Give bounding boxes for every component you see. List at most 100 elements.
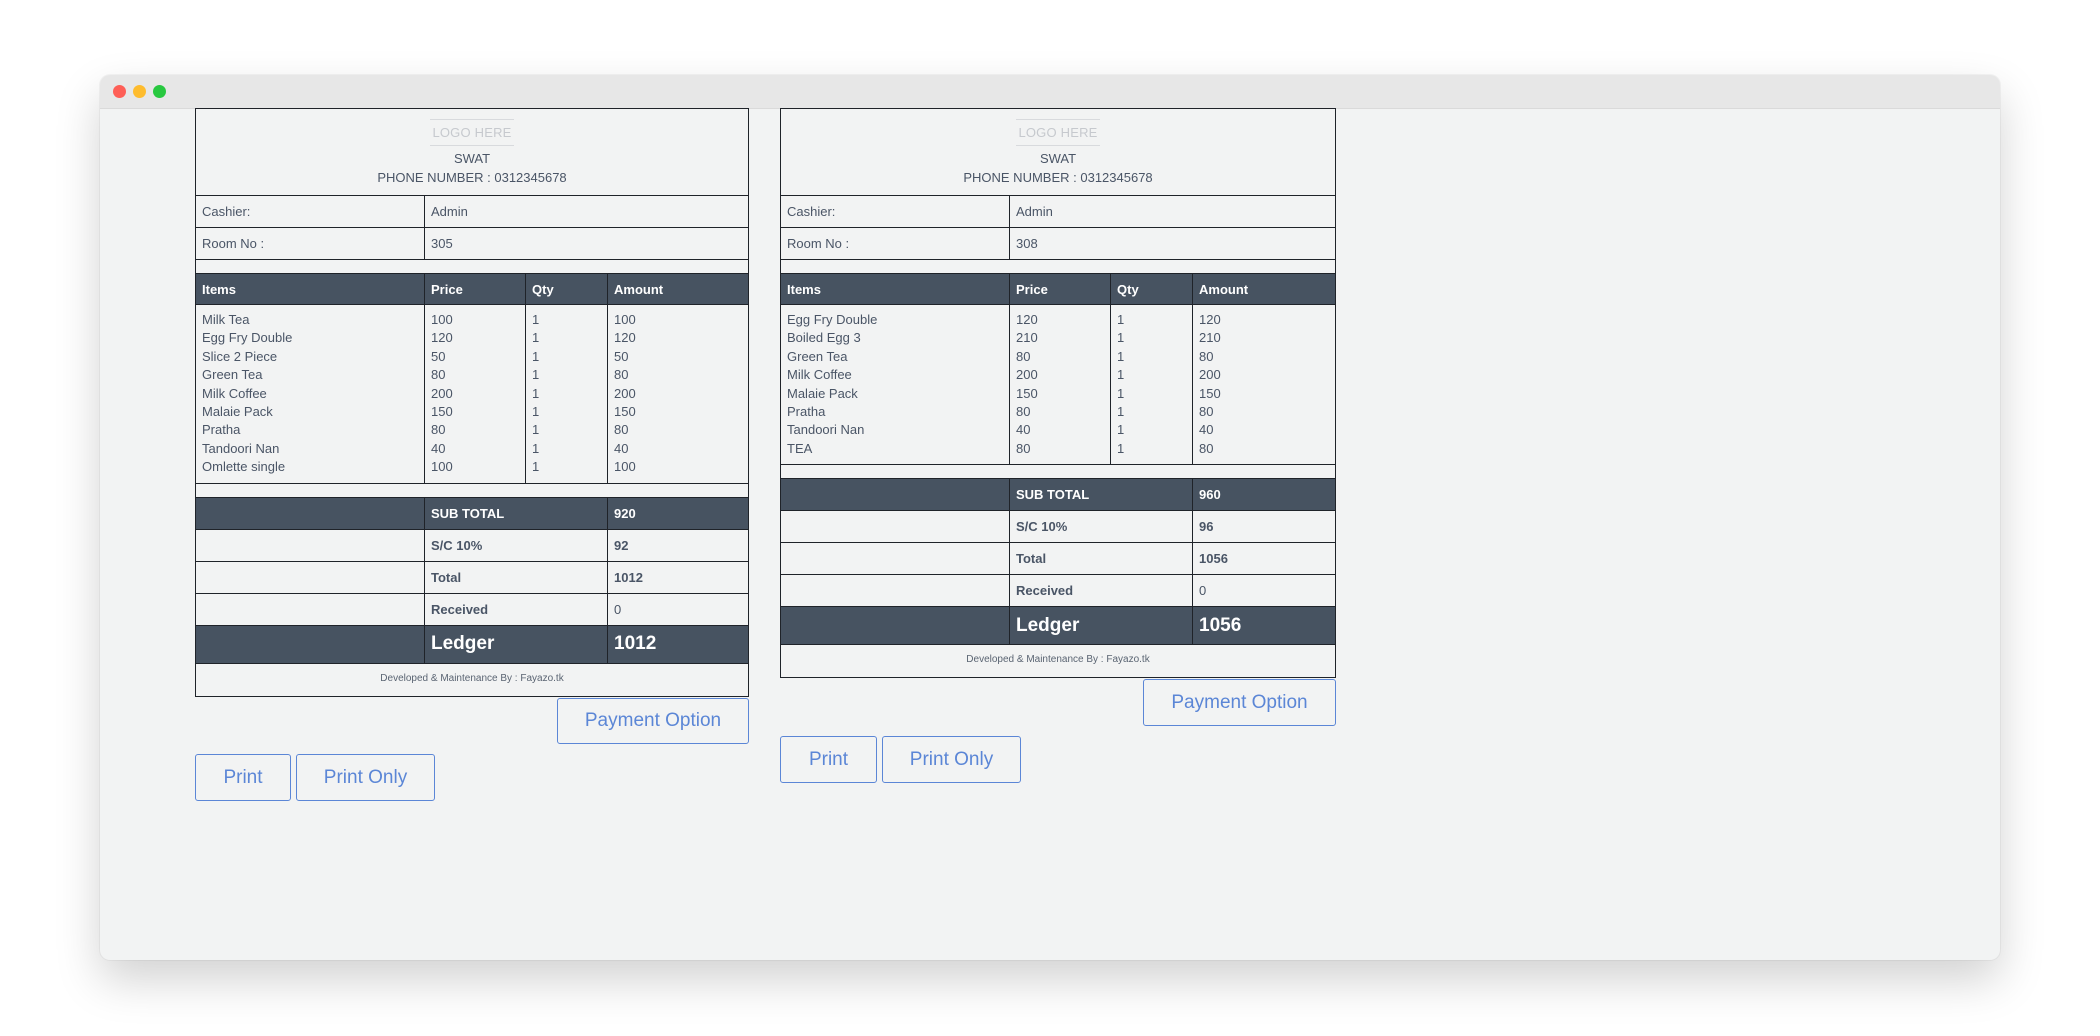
received-label: Received xyxy=(1010,575,1193,607)
item-amount-cell: 200 xyxy=(1199,367,1221,383)
item-qty-cell: 1 xyxy=(532,440,540,456)
item-price-cell: 40 xyxy=(431,440,446,456)
item-qty-cell: 1 xyxy=(532,312,540,327)
item-name-cell: Milk Tea xyxy=(202,312,250,327)
sc-label: S/C 10% xyxy=(1010,511,1193,543)
item-qty-cell: 1 xyxy=(532,404,540,420)
ledger-row: Ledger 1012 xyxy=(196,624,748,663)
empty-cell xyxy=(196,593,425,625)
item-price-cell: 150 xyxy=(1016,385,1038,401)
item-price-cell: 100 xyxy=(431,459,453,475)
item-price-cell: 210 xyxy=(1016,330,1038,346)
item-name-cell: Green Tea xyxy=(202,367,263,383)
item-name-cell: Pratha xyxy=(787,404,826,420)
phone-number: PHONE NUMBER : 0312345678 xyxy=(377,170,567,185)
total-row: Total 1056 xyxy=(781,542,1335,575)
subtotal-row: SUB TOTAL 920 xyxy=(196,496,748,529)
item-name-cell: Egg Fry Double xyxy=(787,312,878,327)
payment-option-button[interactable]: Payment Option xyxy=(1143,679,1336,726)
sc-label: S/C 10% xyxy=(425,529,608,561)
print-button[interactable]: Print xyxy=(780,736,877,783)
item-price-cell: 80 xyxy=(1016,348,1031,364)
item-amount-cell: 50 xyxy=(614,348,629,364)
maximize-window-button[interactable] xyxy=(153,85,166,98)
item-qty-cell: 1 xyxy=(1117,404,1125,420)
header-qty: Qty xyxy=(1111,274,1193,304)
received-value: 0 xyxy=(1199,583,1207,599)
total-label: Total xyxy=(425,561,608,593)
service-charge-row: S/C 10% 92 xyxy=(196,528,748,561)
item-name-cell: Green Tea xyxy=(787,348,848,364)
item-amount-cell: 80 xyxy=(614,422,629,438)
header-items: Items xyxy=(196,274,425,304)
subtotal-value: 960 xyxy=(1199,487,1221,503)
header-qty: Qty xyxy=(526,274,608,304)
logo-placeholder: LOGO HERE xyxy=(1016,119,1100,146)
empty-cell xyxy=(781,575,1010,607)
spacer-row xyxy=(781,259,1335,273)
empty-cell xyxy=(781,607,1010,645)
empty-cell xyxy=(196,625,425,663)
phone-number: PHONE NUMBER : 0312345678 xyxy=(963,170,1153,185)
item-qty-cell: 1 xyxy=(1117,422,1125,438)
item-price-cell: 120 xyxy=(431,330,453,346)
total-row: Total 1012 xyxy=(196,560,748,593)
print-only-button[interactable]: Print Only xyxy=(296,754,435,801)
qty-column: 1 1 1 1 1 1 1 1 1 xyxy=(526,305,608,483)
item-price-cell: 40 xyxy=(1016,422,1031,438)
sc-value: 96 xyxy=(1199,519,1214,535)
item-amount-cell: 40 xyxy=(1199,422,1214,438)
item-amount-cell: 80 xyxy=(1199,404,1214,420)
amount-column: 120 210 80 200 150 80 40 80 xyxy=(1193,305,1335,464)
price-column: 120 210 80 200 150 80 40 80 xyxy=(1010,305,1111,465)
shop-name: SWAT xyxy=(1039,151,1077,166)
received-label: Received xyxy=(425,593,608,625)
empty-cell xyxy=(196,529,425,561)
minimize-window-button[interactable] xyxy=(133,85,146,98)
sc-value: 92 xyxy=(614,537,629,553)
empty-cell xyxy=(781,543,1010,575)
item-amount-cell: 40 xyxy=(614,440,629,456)
room-row: Room No : 308 xyxy=(781,227,1335,259)
item-qty-cell: 1 xyxy=(1117,348,1125,364)
subtotal-label: SUB TOTAL xyxy=(1010,479,1193,511)
receipt-305: LOGO HERE SWAT PHONE NUMBER : 0312345678… xyxy=(195,108,749,697)
spacer-row xyxy=(781,464,1335,478)
cashier-row: Cashier: Admin xyxy=(196,195,748,227)
receipt-header: LOGO HERE SWAT PHONE NUMBER : 0312345678 xyxy=(196,109,748,195)
item-name-cell: Tandoori Nan xyxy=(787,422,865,438)
header-price: Price xyxy=(425,274,526,304)
item-amount-cell: 120 xyxy=(1199,312,1221,327)
receipt-footer: Developed & Maintenance By : Fayazo.tk xyxy=(781,644,1335,677)
item-price-cell: 100 xyxy=(431,312,453,327)
item-qty-cell: 1 xyxy=(1117,312,1125,327)
item-price-cell: 120 xyxy=(1016,312,1038,327)
items-table-body: Milk Tea Egg Fry Double Slice 2 Piece Green… xyxy=(196,304,748,483)
item-qty-cell: 1 xyxy=(532,367,540,383)
empty-cell xyxy=(781,511,1010,543)
items-column: Egg Fry Double Boiled Egg 3 Green Tea Milk … xyxy=(781,305,1010,465)
payment-option-button[interactable]: Payment Option xyxy=(557,698,749,744)
room-label: Room No : xyxy=(196,228,425,259)
print-button[interactable]: Print xyxy=(195,754,291,801)
item-name-cell: Omlette single xyxy=(202,459,286,475)
item-price-cell: 80 xyxy=(1016,440,1031,456)
item-price-cell: 200 xyxy=(1016,367,1038,383)
item-amount-cell: 100 xyxy=(614,312,636,327)
item-qty-cell: 1 xyxy=(532,459,540,475)
item-name-cell: Slice 2 Piece xyxy=(202,348,278,364)
item-amount-cell: 150 xyxy=(614,404,636,420)
cashier-row: Cashier: Admin xyxy=(781,195,1335,227)
items-table-header: Items Price Qty Amount xyxy=(196,273,748,304)
close-window-button[interactable] xyxy=(113,85,126,98)
empty-cell xyxy=(781,479,1010,511)
print-only-button[interactable]: Print Only xyxy=(882,736,1021,783)
subtotal-label: SUB TOTAL xyxy=(425,497,608,529)
logo-placeholder: LOGO HERE xyxy=(430,119,514,146)
ledger-label: Ledger xyxy=(1010,607,1193,645)
item-name-cell: Milk Coffee xyxy=(202,385,267,401)
item-amount-cell: 210 xyxy=(1199,330,1221,346)
ledger-value: 1056 xyxy=(1199,614,1242,636)
item-qty-cell: 1 xyxy=(1117,385,1125,401)
empty-cell xyxy=(196,497,425,529)
